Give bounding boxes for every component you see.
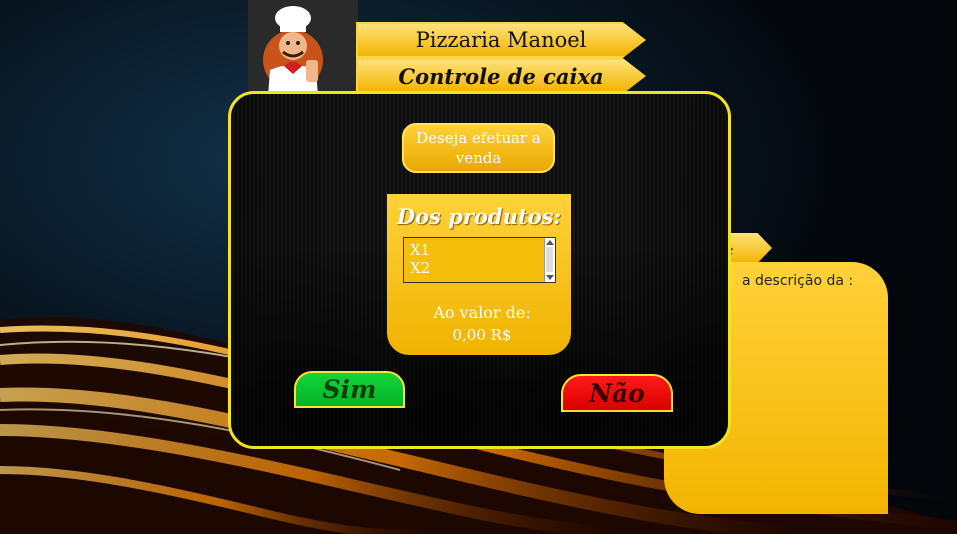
app-title: Pizzaria Manoel	[356, 22, 646, 58]
list-item[interactable]: X2	[404, 259, 430, 277]
scroll-up-icon[interactable]	[546, 240, 554, 245]
confirm-prompt: Deseja efetuar a venda	[402, 123, 555, 173]
description-text: a descrição da :	[742, 273, 854, 289]
chef-logo-icon	[263, 6, 323, 96]
scroll-down-icon[interactable]	[546, 275, 554, 280]
yes-button[interactable]: Sim	[294, 371, 405, 408]
app-subtitle: Controle de caixa	[356, 58, 646, 94]
list-item[interactable]: X1	[404, 241, 430, 259]
scroll-thumb[interactable]	[546, 247, 553, 272]
products-title: Dos produtos:	[396, 204, 562, 229]
value-label: Ao valor de:	[433, 303, 531, 322]
scrollbar[interactable]	[544, 238, 555, 282]
chef-logo	[248, 0, 358, 96]
products-listbox[interactable]: X1 X2	[403, 237, 556, 283]
no-button[interactable]: Não	[561, 374, 673, 412]
products-list: X1 X2	[404, 241, 430, 277]
value-amount: 0,00 R$	[452, 326, 512, 344]
